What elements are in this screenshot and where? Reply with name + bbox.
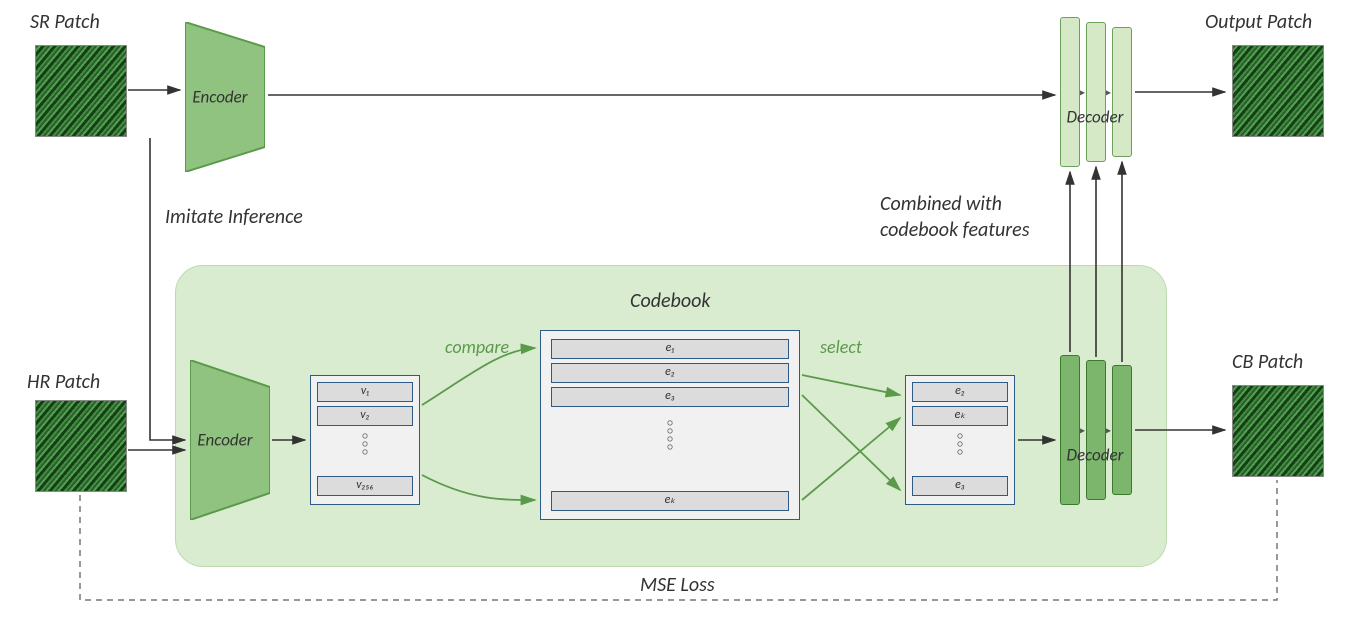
selected-feature-box: e₂ eₖ ○○○ e₃ [905,375,1015,505]
codebook-e3: e₃ [551,387,789,407]
diagram-root: SR Patch HR Patch Output Patch CB Patch … [0,0,1360,631]
label-imitate-inference: Imitate Inference [165,205,303,229]
output-patch-image [1232,45,1324,137]
vector-v1: v₁ [317,382,413,402]
selected-s1: e₂ [912,382,1008,402]
encoder-label-bottom: Encoder [197,430,252,451]
vector-v256: v₂₅₆ [317,476,413,496]
label-sr-patch: SR Patch [30,10,100,34]
codebook-e1: e₁ [551,339,789,359]
hr-patch-image [35,400,127,492]
label-mse-loss: MSE Loss [640,573,715,597]
label-combined-l1: Combined with [880,192,1002,216]
label-compare: compare [445,336,509,358]
label-select: select [820,336,862,358]
label-output-patch: Output Patch [1205,10,1312,34]
cb-patch-image [1232,385,1324,477]
decoder-bottom: ▸ ▸ Decoder [1060,360,1134,500]
sr-patch-image [35,45,127,137]
selected-s2: eₖ [912,406,1008,426]
codebook-dots: ○○○○ [541,419,799,451]
decoder-top: ▸ ▸ Decoder [1060,22,1134,162]
label-cb-patch: CB Patch [1232,350,1303,374]
label-combined-l2: codebook features [880,218,1029,242]
selected-dots: ○○○ [906,432,1014,456]
codebook-e2: e₂ [551,363,789,383]
label-hr-patch: HR Patch [27,370,100,394]
decoder-label-top: Decoder [1055,107,1135,128]
codebook-box: e₁ e₂ e₃ ○○○○ eₖ [540,330,800,520]
encoder-bottom: Encoder [190,360,260,520]
encoder-label-top: Encoder [192,87,247,108]
label-codebook: Codebook [630,289,710,313]
codebook-ek: eₖ [551,491,789,511]
encoder-top: Encoder [185,22,255,172]
vector-v2: v₂ [317,406,413,426]
encoded-feature-box: v₁ v₂ ○○○ v₂₅₆ [310,375,420,505]
decoder-label-bottom: Decoder [1055,445,1135,466]
vector-dots: ○○○ [311,432,419,456]
selected-s3: e₃ [912,476,1008,496]
